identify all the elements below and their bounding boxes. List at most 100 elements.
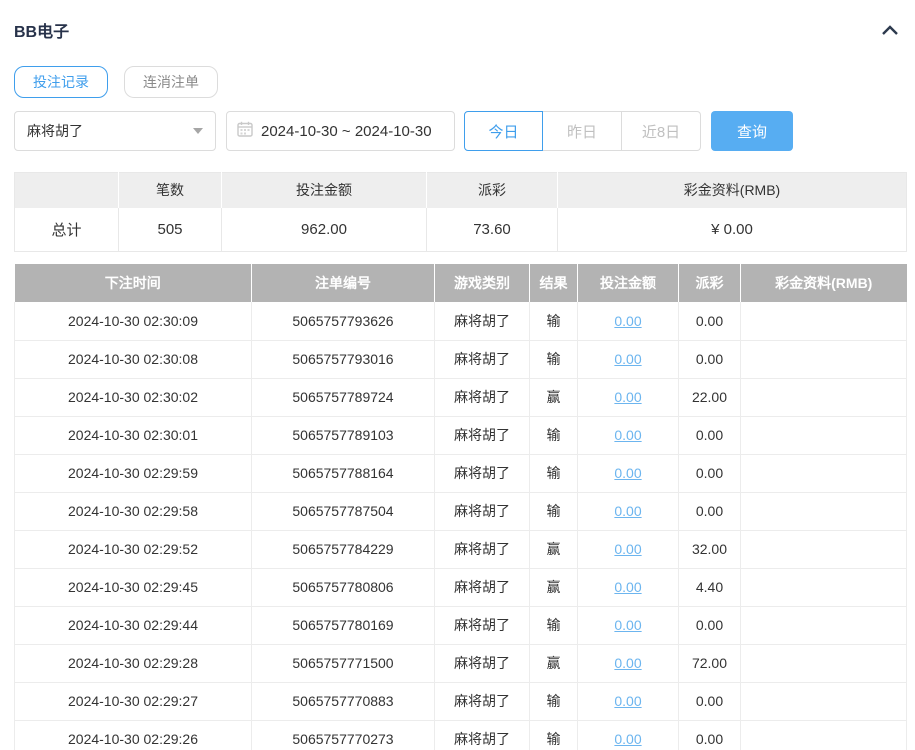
summary-total-row: 总计 505 962.00 73.60 ¥ 0.00 xyxy=(14,207,907,252)
summary-bet-amount-value: 962.00 xyxy=(221,207,427,252)
search-button[interactable]: 查询 xyxy=(711,111,793,151)
bet-amount-cell: 0.00 xyxy=(577,644,679,683)
bet-number: 5065757789103 xyxy=(251,416,435,455)
bonus xyxy=(740,720,907,750)
payout: 0.00 xyxy=(678,720,741,750)
bet-amount-cell: 0.00 xyxy=(577,682,679,721)
game-type: 麻将胡了 xyxy=(434,682,530,721)
bonus xyxy=(740,606,907,645)
payout: 72.00 xyxy=(678,644,741,683)
bet-number: 5065757780806 xyxy=(251,568,435,607)
bet-amount-link[interactable]: 0.00 xyxy=(614,427,641,443)
header-bet-number: 注单编号 xyxy=(251,264,435,302)
bet-time: 2024-10-30 02:29:45 xyxy=(14,568,252,607)
game-select[interactable]: 麻将胡了 xyxy=(14,111,216,151)
bet-amount-link[interactable]: 0.00 xyxy=(614,351,641,367)
bet-amount-link[interactable]: 0.00 xyxy=(614,731,641,747)
bet-amount-link[interactable]: 0.00 xyxy=(614,465,641,481)
result: 输 xyxy=(529,302,578,341)
game-type: 麻将胡了 xyxy=(434,530,530,569)
bonus xyxy=(740,492,907,531)
summary-header-blank xyxy=(14,172,119,208)
calendar-icon xyxy=(237,121,253,141)
header-bet-amount: 投注金额 xyxy=(577,264,679,302)
bonus xyxy=(740,568,907,607)
bet-amount-link[interactable]: 0.00 xyxy=(614,617,641,633)
table-row: 2024-10-30 02:29:45 5065757780806 麻将胡了 赢… xyxy=(14,568,907,607)
bet-number: 5065757787504 xyxy=(251,492,435,531)
date-range-input[interactable]: 2024-10-30 ~ 2024-10-30 xyxy=(226,111,455,151)
bet-amount-link[interactable]: 0.00 xyxy=(614,541,641,557)
bet-amount-link[interactable]: 0.00 xyxy=(614,655,641,671)
game-select-value: 麻将胡了 xyxy=(27,123,83,139)
bet-time: 2024-10-30 02:30:01 xyxy=(14,416,252,455)
result: 输 xyxy=(529,606,578,645)
filter-bar: 麻将胡了 2024-10-30 ~ 2024-10-30 今日 昨日 近8日 查… xyxy=(14,111,907,151)
records-header-row: 下注时间 注单编号 游戏类别 结果 投注金额 派彩 彩金资料(RMB) xyxy=(14,264,907,302)
table-row: 2024-10-30 02:30:01 5065757789103 麻将胡了 输… xyxy=(14,416,907,455)
result: 赢 xyxy=(529,568,578,607)
bet-amount-link[interactable]: 0.00 xyxy=(614,313,641,329)
bet-amount-link[interactable]: 0.00 xyxy=(614,389,641,405)
bet-number: 5065757793626 xyxy=(251,302,435,341)
bet-amount-cell: 0.00 xyxy=(577,340,679,379)
bet-number: 5065757780169 xyxy=(251,606,435,645)
quick-button-last-8-days[interactable]: 近8日 xyxy=(622,111,701,151)
table-row: 2024-10-30 02:29:52 5065757784229 麻将胡了 赢… xyxy=(14,530,907,569)
bet-amount-cell: 0.00 xyxy=(577,416,679,455)
bet-number: 5065757784229 xyxy=(251,530,435,569)
quick-button-today[interactable]: 今日 xyxy=(464,111,543,151)
quick-button-yesterday[interactable]: 昨日 xyxy=(543,111,622,151)
tab-bet-records[interactable]: 投注记录 xyxy=(14,66,108,98)
payout: 0.00 xyxy=(678,492,741,531)
result: 输 xyxy=(529,454,578,493)
game-type: 麻将胡了 xyxy=(434,720,530,750)
result: 赢 xyxy=(529,530,578,569)
result: 输 xyxy=(529,340,578,379)
game-type: 麻将胡了 xyxy=(434,378,530,417)
bonus xyxy=(740,644,907,683)
table-row: 2024-10-30 02:30:08 5065757793016 麻将胡了 输… xyxy=(14,340,907,379)
bet-amount-link[interactable]: 0.00 xyxy=(614,579,641,595)
collapse-button[interactable] xyxy=(877,22,903,38)
game-type: 麻将胡了 xyxy=(434,302,530,341)
header-game-type: 游戏类别 xyxy=(434,264,530,302)
bet-amount-cell: 0.00 xyxy=(577,720,679,750)
table-row: 2024-10-30 02:30:09 5065757793626 麻将胡了 输… xyxy=(14,302,907,341)
result: 输 xyxy=(529,720,578,750)
bet-time: 2024-10-30 02:29:26 xyxy=(14,720,252,750)
betting-records-panel: BB电子 投注记录 连消注单 麻将胡了 2024-10-30 ~ 2024-10… xyxy=(0,0,915,750)
bet-amount-link[interactable]: 0.00 xyxy=(614,693,641,709)
tab-bar: 投注记录 连消注单 xyxy=(14,66,907,98)
game-type: 麻将胡了 xyxy=(434,454,530,493)
bet-number: 5065757788164 xyxy=(251,454,435,493)
bet-time: 2024-10-30 02:29:44 xyxy=(14,606,252,645)
summary-header-bet-amount: 投注金额 xyxy=(221,172,427,208)
payout: 0.00 xyxy=(678,682,741,721)
bet-number: 5065757771500 xyxy=(251,644,435,683)
table-row: 2024-10-30 02:29:26 5065757770273 麻将胡了 输… xyxy=(14,720,907,750)
bet-number: 5065757789724 xyxy=(251,378,435,417)
bet-time: 2024-10-30 02:29:59 xyxy=(14,454,252,493)
summary-header-payout: 派彩 xyxy=(426,172,558,208)
bonus xyxy=(740,378,907,417)
bonus xyxy=(740,340,907,379)
table-row: 2024-10-30 02:29:27 5065757770883 麻将胡了 输… xyxy=(14,682,907,721)
bet-amount-cell: 0.00 xyxy=(577,492,679,531)
payout: 0.00 xyxy=(678,416,741,455)
bet-time: 2024-10-30 02:30:09 xyxy=(14,302,252,341)
table-row: 2024-10-30 02:29:28 5065757771500 麻将胡了 赢… xyxy=(14,644,907,683)
bonus xyxy=(740,530,907,569)
bet-number: 5065757793016 xyxy=(251,340,435,379)
game-type: 麻将胡了 xyxy=(434,568,530,607)
bonus xyxy=(740,302,907,341)
bet-number: 5065757770273 xyxy=(251,720,435,750)
tab-cancelled-bets[interactable]: 连消注单 xyxy=(124,66,218,98)
summary-bonus-value: ¥ 0.00 xyxy=(711,220,753,238)
summary-header-bonus: 彩金资料(RMB) xyxy=(557,172,907,208)
payout: 0.00 xyxy=(678,454,741,493)
summary-header-row: 笔数 投注金额 派彩 彩金资料(RMB) xyxy=(14,172,907,208)
bet-amount-link[interactable]: 0.00 xyxy=(614,503,641,519)
summary-table: 笔数 投注金额 派彩 彩金资料(RMB) 总计 505 962.00 73.60… xyxy=(14,172,907,252)
bonus xyxy=(740,454,907,493)
